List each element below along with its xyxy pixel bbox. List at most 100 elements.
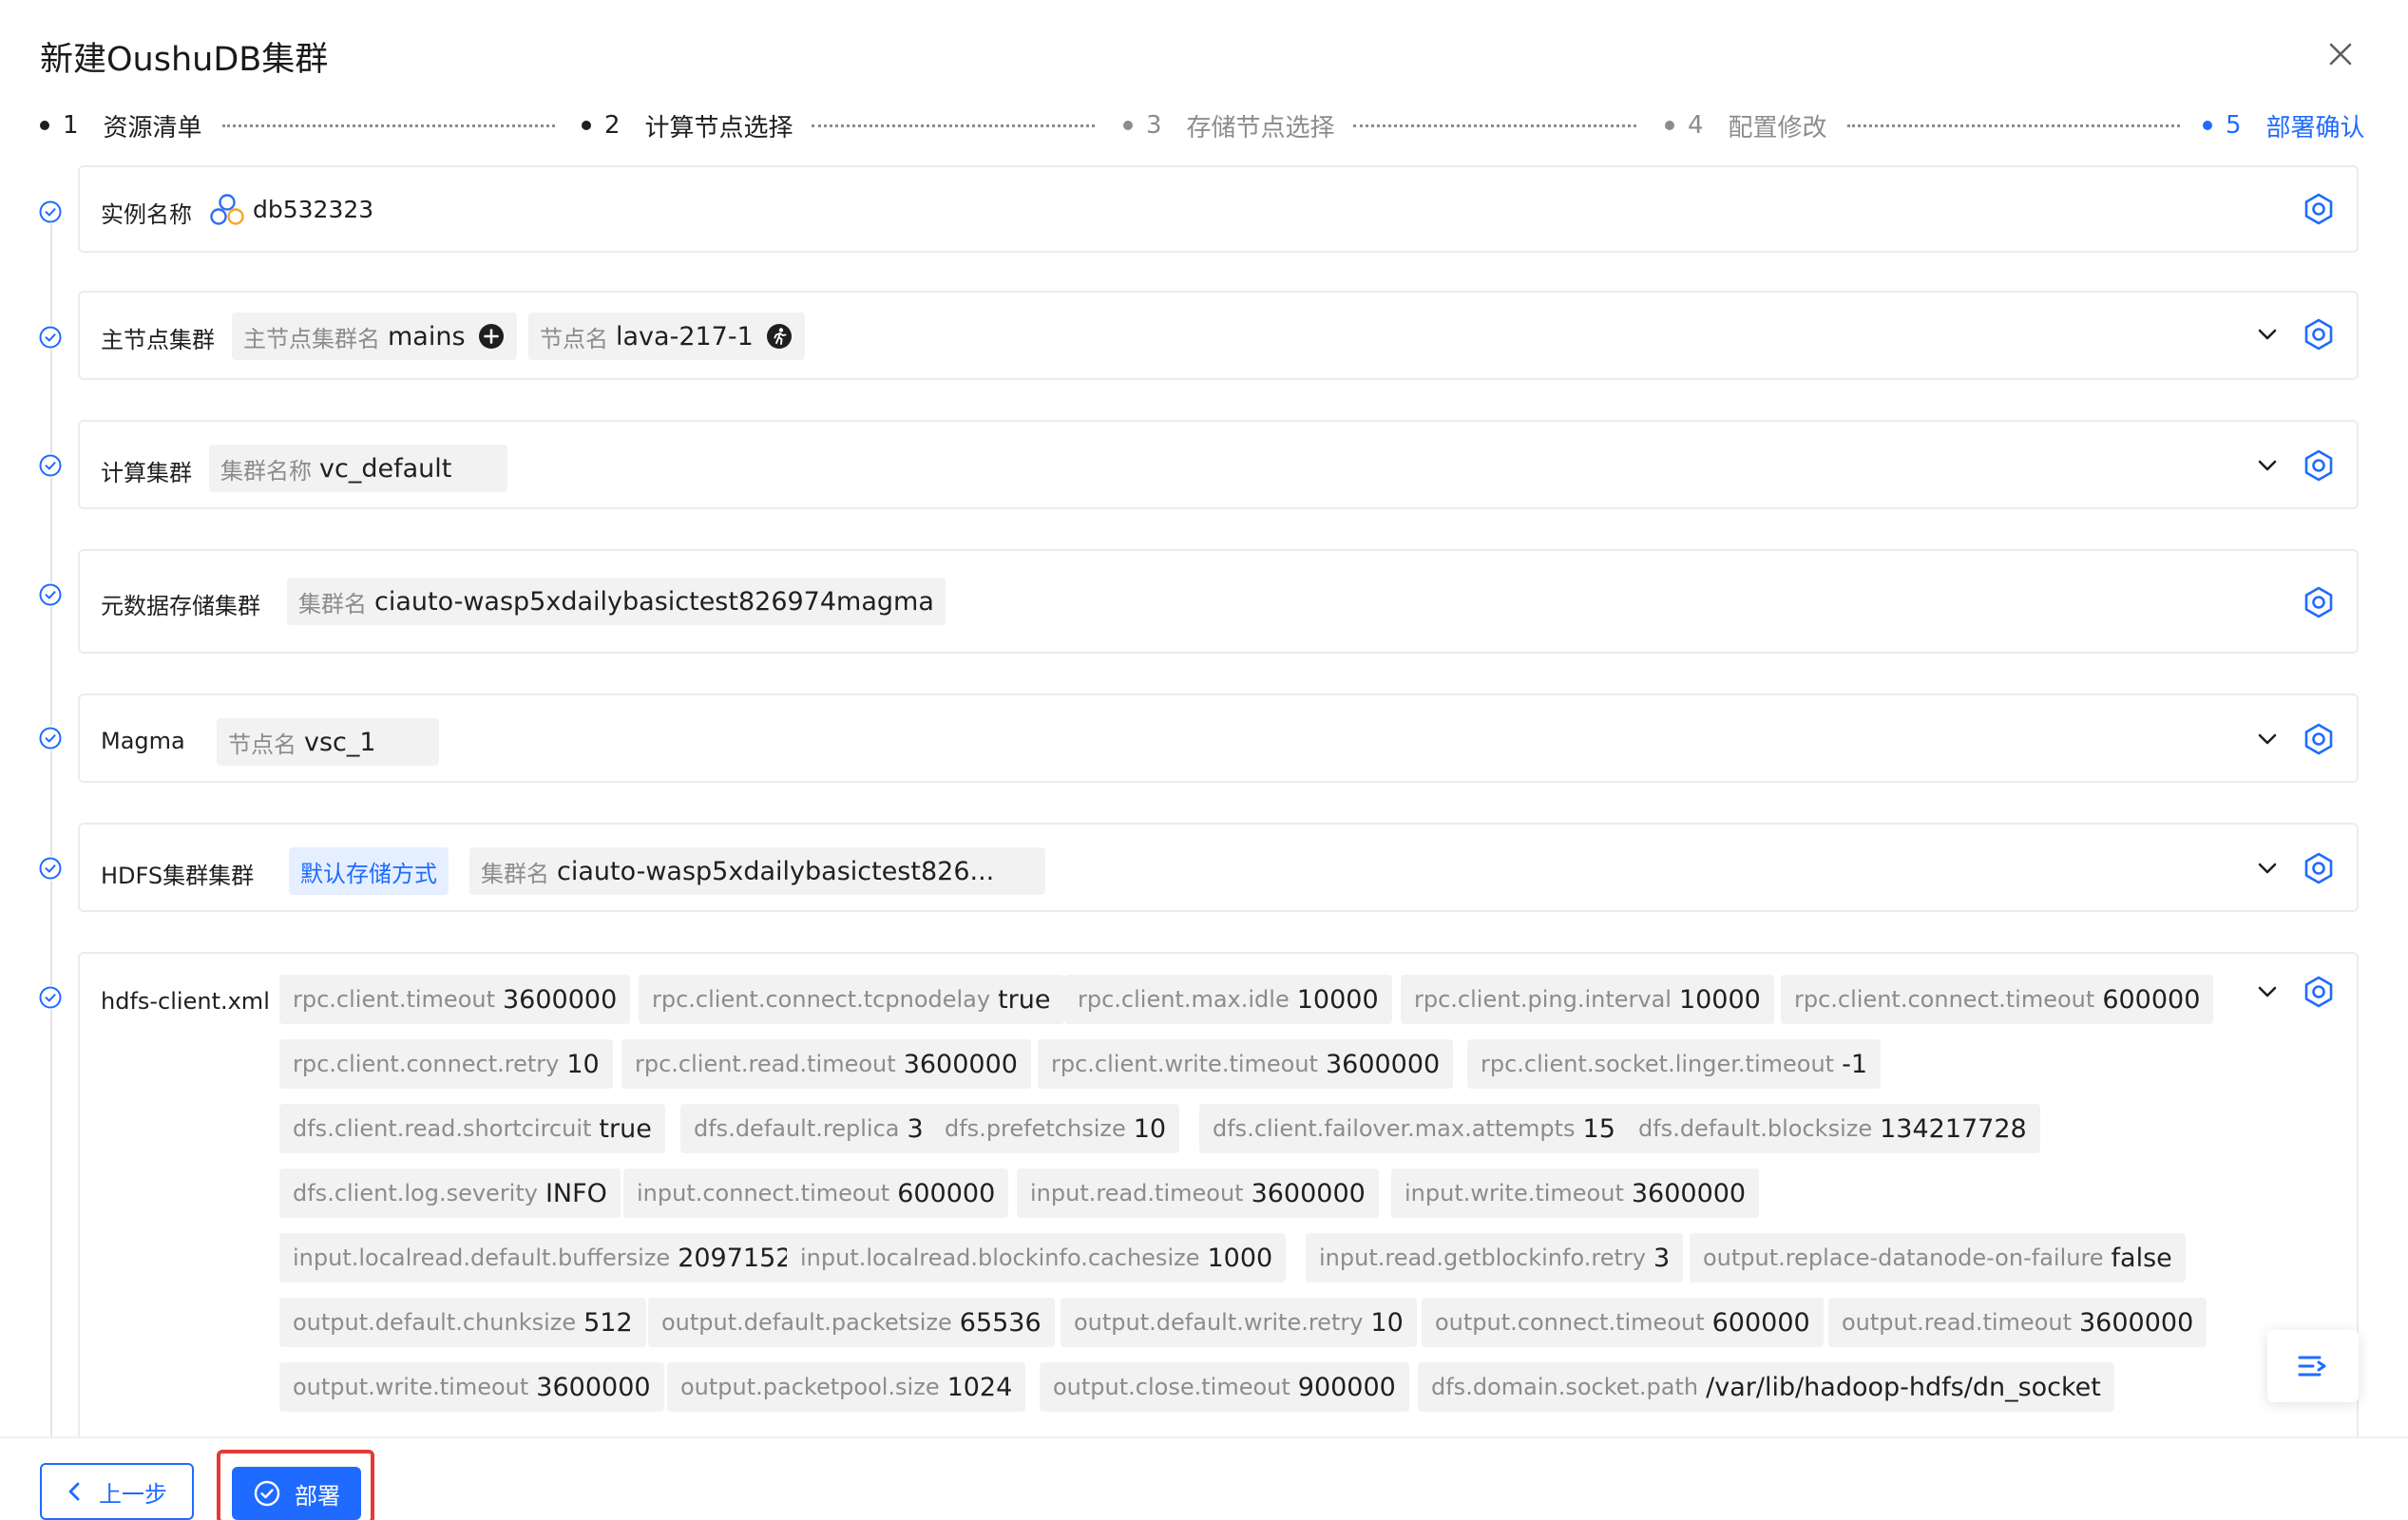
config-key: dfs.client.log.severity [293, 1180, 538, 1206]
list-outline-icon [2298, 1356, 2326, 1377]
settings-icon[interactable] [2302, 585, 2336, 619]
step-label: 资源清单 [103, 113, 202, 142]
settings-icon[interactable] [2302, 448, 2336, 483]
chip-value: mains [388, 321, 466, 352]
outline-toggle-button[interactable] [2267, 1330, 2359, 1402]
timeline-line [50, 211, 52, 1436]
step-number: 3 [1146, 111, 1162, 140]
config-value: 10 [1370, 1307, 1404, 1338]
hdfs-client-label: hdfs-client.xml [101, 988, 270, 1015]
config-chip: output.write.timeout 3600000 [279, 1362, 664, 1412]
config-chip: dfs.client.log.severity INFO [279, 1168, 621, 1218]
step-2[interactable]: 2 计算节点选择 [582, 106, 793, 144]
step-label: 部署确认 [2265, 113, 2365, 142]
plus-circle-icon[interactable] [477, 322, 506, 351]
config-chip: rpc.client.timeout 3600000 [279, 975, 631, 1024]
config-value: 3600000 [1631, 1178, 1747, 1208]
deploy-button[interactable]: 部署 [232, 1467, 361, 1520]
settings-icon[interactable] [2302, 851, 2336, 885]
config-chip: rpc.client.socket.linger.timeout -1 [1467, 1039, 1881, 1089]
step-number: 1 [63, 111, 79, 140]
default-storage-tag: 默认存储方式 [289, 847, 449, 895]
chevron-down-icon[interactable] [2254, 452, 2281, 479]
step-1[interactable]: 1 资源清单 [40, 106, 202, 144]
config-value: -1 [1842, 1049, 1867, 1079]
config-chip: input.localread.default.buffersize 209715… [279, 1233, 806, 1282]
chevron-down-icon[interactable] [2254, 978, 2281, 1005]
config-key: dfs.client.failover.max.attempts [1213, 1115, 1576, 1142]
dialog-title: 新建OushuDB集群 [40, 41, 329, 79]
config-value: 10 [1133, 1113, 1167, 1144]
previous-step-button[interactable]: 上一步 [40, 1463, 194, 1520]
config-chip: rpc.client.ping.interval 10000 [1401, 975, 1774, 1024]
config-chip: rpc.client.write.timeout 3600000 [1038, 1039, 1454, 1089]
config-key: dfs.client.read.shortcircuit [293, 1115, 592, 1142]
check-circle-icon [38, 325, 63, 350]
config-value: 15 [1582, 1113, 1615, 1144]
check-circle-icon [38, 582, 63, 607]
master-label: 主节点集群 [101, 327, 215, 353]
close-icon[interactable] [2324, 38, 2357, 70]
magma-label: Magma [101, 728, 185, 754]
config-key: dfs.domain.socket.path [1431, 1374, 1699, 1400]
compute-label: 计算集群 [101, 460, 192, 486]
check-circle-icon [254, 1480, 280, 1507]
config-key: dfs.default.blocksize [1638, 1115, 1873, 1142]
config-value: 65536 [959, 1307, 1042, 1338]
config-value: 3 [1653, 1243, 1671, 1273]
config-chip: output.packetpool.size 1024 [667, 1362, 1026, 1412]
steps-bar: 1 资源清单 2 计算节点选择 3 存储节点选择 4 配置修改 5 部署确认 [40, 106, 2365, 144]
metadata-label: 元数据存储集群 [101, 593, 260, 619]
config-chip: dfs.client.failover.max.attempts 15 [1199, 1104, 1629, 1153]
config-chip: output.default.write.retry 10 [1061, 1298, 1417, 1347]
chevron-down-icon[interactable] [2254, 726, 2281, 752]
deploy-label: 部署 [295, 1482, 340, 1510]
config-key: output.replace-datanode-on-failure [1703, 1244, 2104, 1271]
hdfs-cluster-name-chip: 集群名 ciauto-wasp5xdailybasictest826... [469, 847, 1045, 895]
config-key: output.default.packetsize [661, 1309, 952, 1336]
config-chip: input.read.getblockinfo.retry 3 [1306, 1233, 1684, 1282]
chip-value: vc_default [319, 453, 452, 484]
config-chip: dfs.prefetchsize 10 [931, 1104, 1180, 1153]
step-connector [1847, 124, 2180, 127]
instance-card: 实例名称 db532323 [78, 165, 2359, 253]
config-chip: output.read.timeout 3600000 [1828, 1298, 2207, 1347]
config-key: dfs.default.replica [694, 1115, 900, 1142]
config-chip: rpc.client.connect.retry 10 [279, 1039, 613, 1089]
chevron-left-icon [68, 1482, 80, 1501]
config-value: INFO [545, 1178, 607, 1208]
settings-icon[interactable] [2302, 192, 2336, 226]
config-chip: rpc.client.read.timeout 3600000 [621, 1039, 1031, 1089]
step-dot-icon [582, 121, 591, 130]
config-key: rpc.client.connect.tcpnodelay [652, 986, 991, 1013]
config-chip: dfs.default.replica 3 [680, 1104, 937, 1153]
config-value: true [998, 984, 1051, 1015]
settings-icon[interactable] [2302, 722, 2336, 756]
master-cluster-name-chip: 主节点集群名 mains [232, 313, 517, 360]
chevron-down-icon[interactable] [2254, 855, 2281, 882]
config-value: 512 [583, 1307, 633, 1338]
check-circle-icon [38, 726, 63, 750]
config-value: 3600000 [903, 1049, 1018, 1079]
step-dot-icon [1665, 121, 1674, 130]
config-value: 3600000 [536, 1372, 651, 1402]
settings-icon[interactable] [2302, 975, 2336, 1009]
step-4[interactable]: 4 配置修改 [1665, 106, 1827, 144]
step-3[interactable]: 3 存储节点选择 [1123, 106, 1335, 144]
compute-cluster-card: 计算集群 集群名称 vc_default [78, 420, 2359, 509]
chevron-down-icon[interactable] [2254, 321, 2281, 348]
config-chip: rpc.client.connect.tcpnodelay true [639, 975, 1064, 1024]
chip-key: 节点名 [228, 731, 296, 758]
runner-icon [766, 324, 792, 349]
config-value: 900000 [1297, 1372, 1396, 1402]
config-value: 600000 [2102, 984, 2201, 1015]
config-key: output.packetpool.size [680, 1374, 940, 1400]
chip-key: 节点名 [540, 325, 608, 352]
config-key: input.localread.default.buffersize [293, 1244, 671, 1271]
settings-icon[interactable] [2302, 317, 2336, 352]
config-key: rpc.client.max.idle [1078, 986, 1290, 1013]
config-value: 3600000 [2079, 1307, 2194, 1338]
config-value: 1000 [1207, 1243, 1273, 1273]
config-value: 10000 [1296, 984, 1379, 1015]
step-5[interactable]: 5 部署确认 [2203, 106, 2365, 144]
